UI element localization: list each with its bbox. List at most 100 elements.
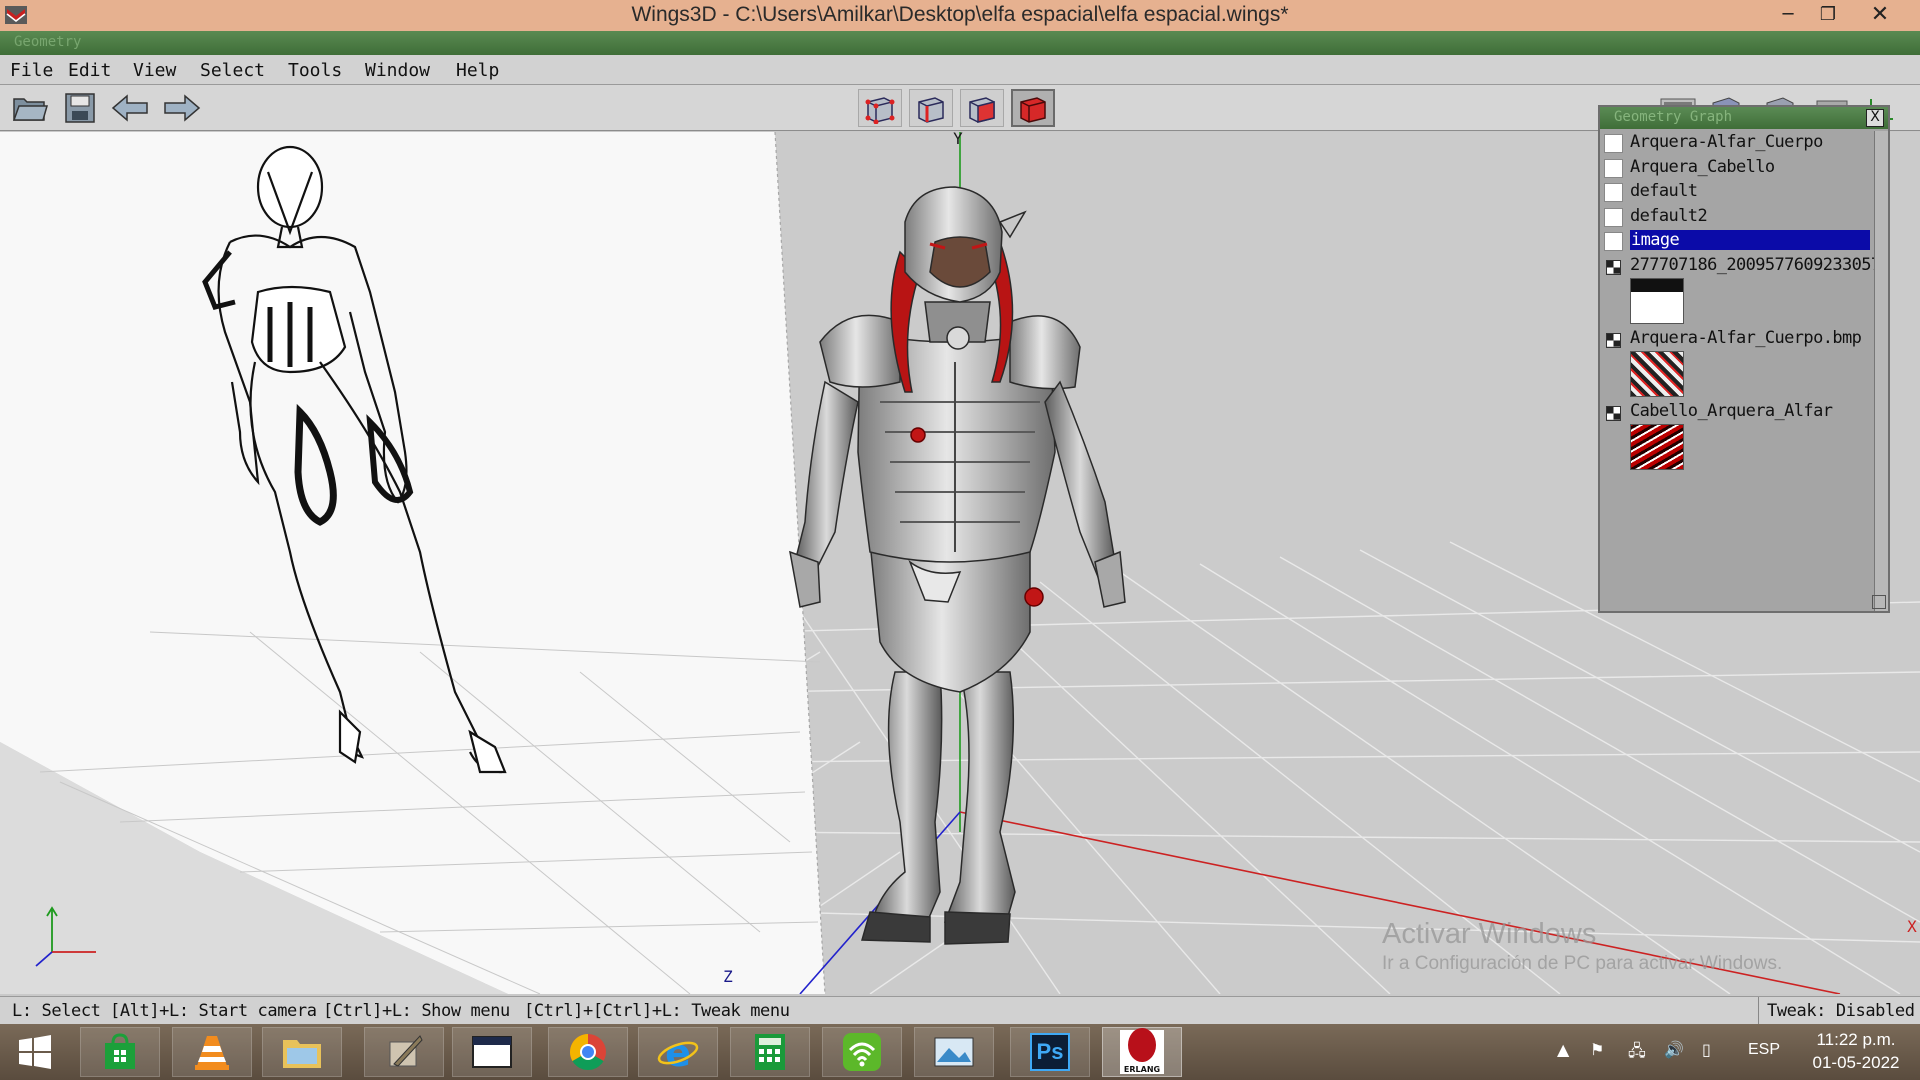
windows-logo-icon (19, 1035, 51, 1069)
menu-window[interactable]: Window (365, 60, 430, 81)
geometry-graph-close-button[interactable]: X (1866, 109, 1884, 127)
image-thumbnail[interactable] (1630, 350, 1684, 397)
image-icon (1606, 259, 1621, 275)
material-checkbox[interactable] (1604, 232, 1623, 251)
tray-clock-time[interactable]: 11:22 p.m. (1806, 1030, 1906, 1050)
geometry-graph-titlebar[interactable]: Geometry Graph X (1600, 107, 1888, 129)
image-row[interactable]: 277707186_2009577609233057 (1602, 254, 1881, 327)
menu-help[interactable]: Help (456, 60, 499, 81)
taskbar-store[interactable] (80, 1027, 160, 1077)
photoshop-icon: Ps (1030, 1033, 1070, 1071)
tweak-status-indicator[interactable]: Tweak: Disabled (1758, 997, 1920, 1025)
tray-expand-icon[interactable]: ▲ (1557, 1040, 1569, 1059)
tray-action-center-flag-icon[interactable]: ⚑ (1590, 1040, 1604, 1059)
material-name: Arquera-Alfar_Cuerpo (1630, 132, 1823, 152)
taskbar-photoshop[interactable]: Ps (1010, 1027, 1090, 1077)
material-row[interactable]: Arquera-Alfar_Cuerpo (1602, 131, 1872, 156)
erlang-e-glyph (1128, 1028, 1156, 1062)
quill-scroll-icon (389, 1035, 423, 1067)
windows-taskbar: e Ps ERLANG ▲ ⚑ 🖧 🔊 ▯ ESP 11:22 p.m. 01-… (0, 1024, 1920, 1080)
object-mode-button[interactable] (1011, 89, 1055, 127)
app-window-icon (472, 1036, 512, 1068)
undo-button[interactable] (110, 89, 150, 127)
activation-watermark-text: Ir a Configuración de PC para activar Wi… (1382, 953, 1783, 974)
reference-image-plane[interactable] (0, 132, 826, 994)
tray-volume-icon[interactable]: 🔊 (1664, 1040, 1684, 1059)
taskbar-internet-explorer[interactable]: e (638, 1027, 718, 1077)
menu-edit[interactable]: Edit (68, 60, 111, 81)
material-checkbox[interactable] (1604, 183, 1623, 202)
start-button[interactable] (0, 1027, 70, 1077)
vertex-mode-button[interactable] (858, 89, 902, 127)
menu-tools[interactable]: Tools (288, 60, 342, 81)
save-button[interactable] (60, 89, 100, 127)
minimize-button[interactable]: ─ (1768, 0, 1808, 28)
material-row[interactable]: default2 (1602, 205, 1872, 230)
taskbar-quill-app[interactable] (364, 1027, 444, 1077)
open-button[interactable] (10, 89, 50, 127)
internet-explorer-icon: e (657, 1032, 699, 1072)
menu-file[interactable]: File (10, 60, 53, 81)
status-tweak-menu-hint: [Ctrl]+[Ctrl]+L: Tweak menu (524, 1001, 790, 1021)
redo-button[interactable] (162, 89, 202, 127)
taskbar-erlang-wings3d[interactable]: ERLANG (1102, 1027, 1182, 1077)
erlang-icon: ERLANG (1120, 1028, 1164, 1074)
image-thumbnail[interactable] (1630, 277, 1684, 324)
save-disk-icon (65, 93, 95, 123)
menu-bar: File Edit View Select Tools Window Help (0, 55, 1920, 85)
status-select-hint: L: Select (12, 1001, 101, 1021)
face-mode-icon (969, 97, 995, 123)
vertex-mode-icon (865, 97, 895, 124)
image-thumbnail[interactable] (1630, 423, 1684, 470)
object-mode-icon (1020, 97, 1046, 123)
material-name: default (1630, 181, 1698, 201)
geometry-graph-scrollbar[interactable] (1874, 131, 1888, 611)
window-titlebar[interactable]: Wings3D - C:\Users\Amilkar\Desktop\elfa … (0, 0, 1920, 31)
geometry-graph-list: Arquera-Alfar_Cuerpo Arquera_Cabello def… (1602, 131, 1881, 473)
geometry-window-bar: Geometry (0, 31, 1920, 55)
image-name: 277707186_2009577609233057 (1630, 254, 1881, 275)
edge-mode-button[interactable] (909, 89, 953, 127)
wifi-signal-icon (843, 1033, 881, 1071)
tray-power-icon[interactable]: ▯ (1702, 1040, 1711, 1059)
open-folder-icon (12, 98, 48, 121)
face-mode-button[interactable] (960, 89, 1004, 127)
image-name: Cabello_Arquera_Alfar (1630, 400, 1833, 421)
image-icon (1606, 332, 1621, 348)
taskbar-file-explorer[interactable] (262, 1027, 342, 1077)
taskbar-window-app[interactable] (452, 1027, 532, 1077)
tray-language[interactable]: ESP (1748, 1041, 1780, 1059)
taskbar-chrome[interactable] (548, 1027, 628, 1077)
vlc-cone-icon (195, 1036, 229, 1070)
axis-label-z: Z (723, 967, 733, 986)
tray-network-icon[interactable]: 🖧 (1628, 1040, 1646, 1067)
material-row-selected[interactable]: image (1602, 229, 1872, 254)
material-row[interactable]: default (1602, 180, 1872, 205)
edge-mode-icon (918, 97, 944, 123)
taskbar-wifi-app[interactable] (822, 1027, 902, 1077)
image-row[interactable]: Arquera-Alfar_Cuerpo.bmp (1602, 327, 1872, 400)
material-checkbox[interactable] (1604, 158, 1623, 178)
material-name: image (1630, 230, 1870, 250)
undo-arrow-icon (111, 94, 148, 122)
photoshop-label: Ps (1036, 1039, 1064, 1064)
material-row[interactable]: Arquera_Cabello (1602, 156, 1872, 181)
geometry-graph-panel[interactable]: Geometry Graph X Arquera-Alfar_Cuerpo Ar… (1598, 105, 1890, 613)
tray-clock-date[interactable]: 01-05-2022 (1806, 1053, 1906, 1073)
close-window-button[interactable]: ✕ (1860, 0, 1900, 28)
axis-label-x: X (1907, 917, 1917, 936)
taskbar-calculator[interactable] (730, 1027, 810, 1077)
armored-character-model[interactable] (789, 186, 1126, 945)
menu-view[interactable]: View (133, 60, 176, 81)
image-row[interactable]: Cabello_Arquera_Alfar (1602, 400, 1872, 473)
restore-button[interactable]: ❐ (1808, 0, 1848, 28)
material-checkbox[interactable] (1604, 134, 1623, 153)
taskbar-photo-viewer[interactable] (914, 1027, 994, 1077)
geometry-window-label: Geometry (14, 34, 82, 50)
resize-grip-icon[interactable] (1872, 595, 1886, 609)
menu-select[interactable]: Select (200, 60, 265, 81)
taskbar-vlc[interactable] (172, 1027, 252, 1077)
status-camera-hint: [Alt]+L: Start camera (110, 1001, 317, 1021)
redo-arrow-icon (164, 94, 201, 122)
material-checkbox[interactable] (1604, 207, 1623, 227)
